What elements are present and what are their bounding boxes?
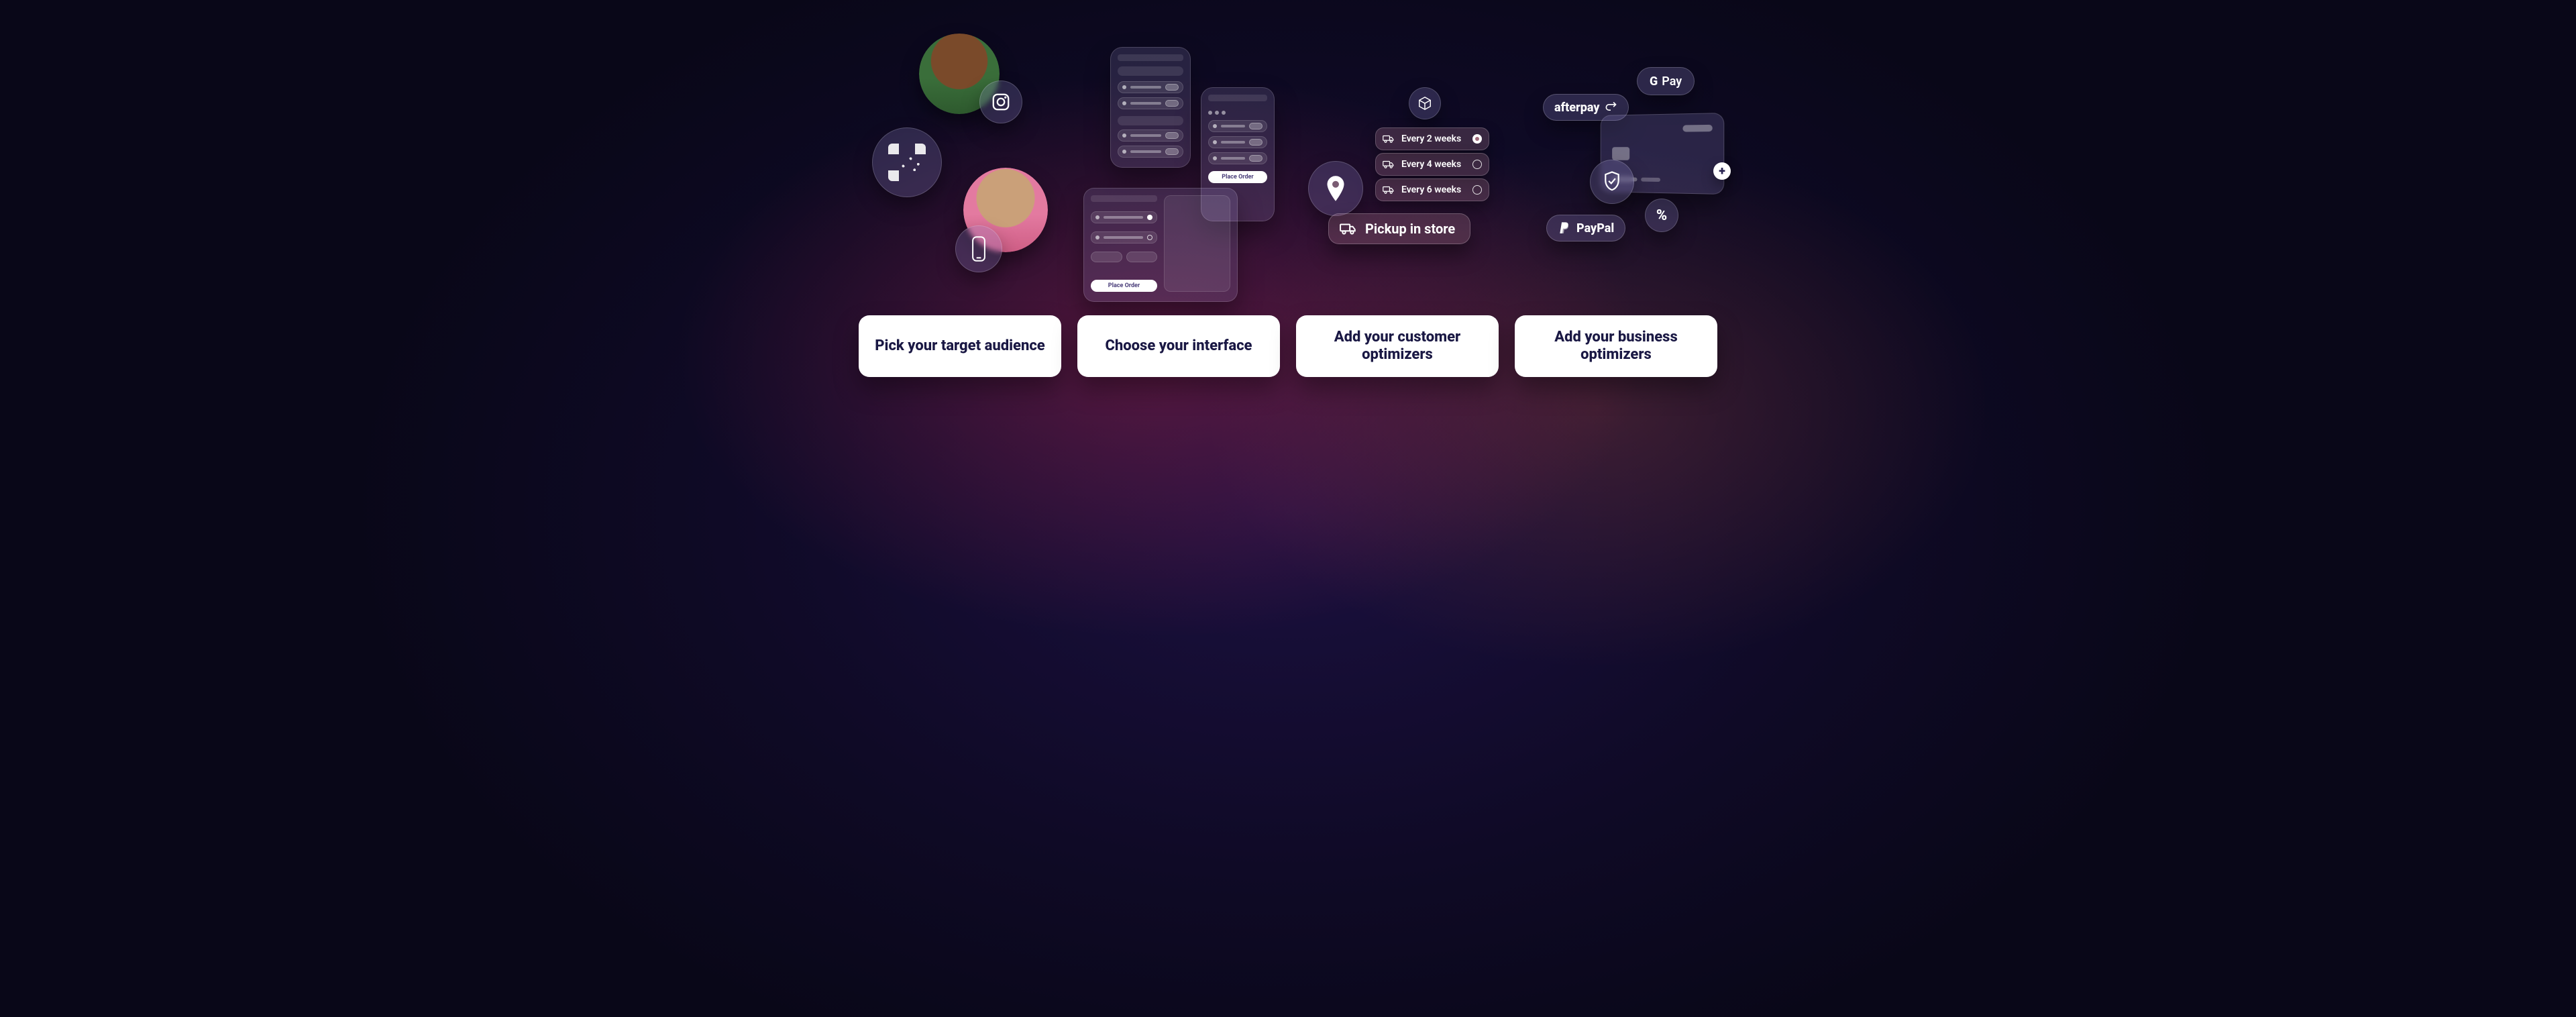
label-card-3-text: Add your customer optimizers <box>1311 329 1484 364</box>
truck-icon <box>1383 185 1395 195</box>
label-card-2-text: Choose your interface <box>1105 337 1252 355</box>
truck-icon <box>1383 160 1395 169</box>
label-card-4[interactable]: Add your business optimizers <box>1515 315 1717 377</box>
frequency-option-1: Every 2 weeks <box>1375 127 1489 150</box>
place-order-button-phone: Place Order <box>1208 171 1267 183</box>
qr-code-icon <box>872 127 942 197</box>
instagram-icon <box>979 81 1022 123</box>
gpay-pay: Pay <box>1662 74 1682 89</box>
plus-icon: + <box>1713 162 1731 180</box>
cluster-audience <box>865 20 1067 288</box>
label-card-2[interactable]: Choose your interface <box>1077 315 1280 377</box>
marketing-feature-stage: Place Order Place Order <box>765 0 1811 416</box>
radio-unchecked-icon <box>1472 185 1482 195</box>
gpay-g: G <box>1650 74 1658 89</box>
afterpay-loop-icon <box>1604 101 1617 114</box>
frequency-option-2: Every 4 weeks <box>1375 153 1489 176</box>
paypal-icon <box>1558 221 1571 235</box>
radio-unchecked-icon <box>1472 160 1482 169</box>
location-pin-icon <box>1308 161 1363 216</box>
pickup-in-store-pill: Pickup in store <box>1328 213 1470 244</box>
shield-check-icon <box>1590 160 1634 204</box>
label-card-4-text: Add your business optimizers <box>1529 329 1703 364</box>
truck-icon <box>1340 222 1357 235</box>
percent-icon: % <box>1645 199 1678 232</box>
paypal-label: PayPal <box>1576 221 1614 235</box>
frequency-option-1-label: Every 2 weeks <box>1401 133 1461 144</box>
label-card-3[interactable]: Add your customer optimizers <box>1296 315 1499 377</box>
paypal-pill: PayPal <box>1546 215 1625 242</box>
google-pay-pill: G Pay <box>1637 67 1695 95</box>
mock-phone-1 <box>1110 47 1191 168</box>
truck-icon <box>1383 134 1395 144</box>
pickup-in-store-label: Pickup in store <box>1365 221 1455 237</box>
mock-desktop: Place Order <box>1083 188 1238 302</box>
frequency-option-3-label: Every 6 weeks <box>1401 184 1461 195</box>
label-card-1[interactable]: Pick your target audience <box>859 315 1061 377</box>
frequency-option-3: Every 6 weeks <box>1375 178 1489 201</box>
radio-checked-icon <box>1472 134 1482 144</box>
label-card-1-text: Pick your target audience <box>875 337 1044 355</box>
place-order-button-desktop: Place Order <box>1091 280 1157 292</box>
phone-icon <box>955 225 1002 272</box>
cluster-business-optimizers: G Pay afterpay + % <box>1523 40 1737 262</box>
cluster-interface: Place Order Place Order <box>1073 27 1288 302</box>
frequency-option-2-label: Every 4 weeks <box>1401 159 1461 170</box>
labels-row: Pick your target audience Choose your in… <box>765 315 1811 377</box>
cluster-customer-optimizers: Every 2 weeks Every 4 weeks Every 6 week… <box>1301 81 1516 268</box>
package-icon <box>1409 87 1441 119</box>
afterpay-label: afterpay <box>1554 101 1600 115</box>
